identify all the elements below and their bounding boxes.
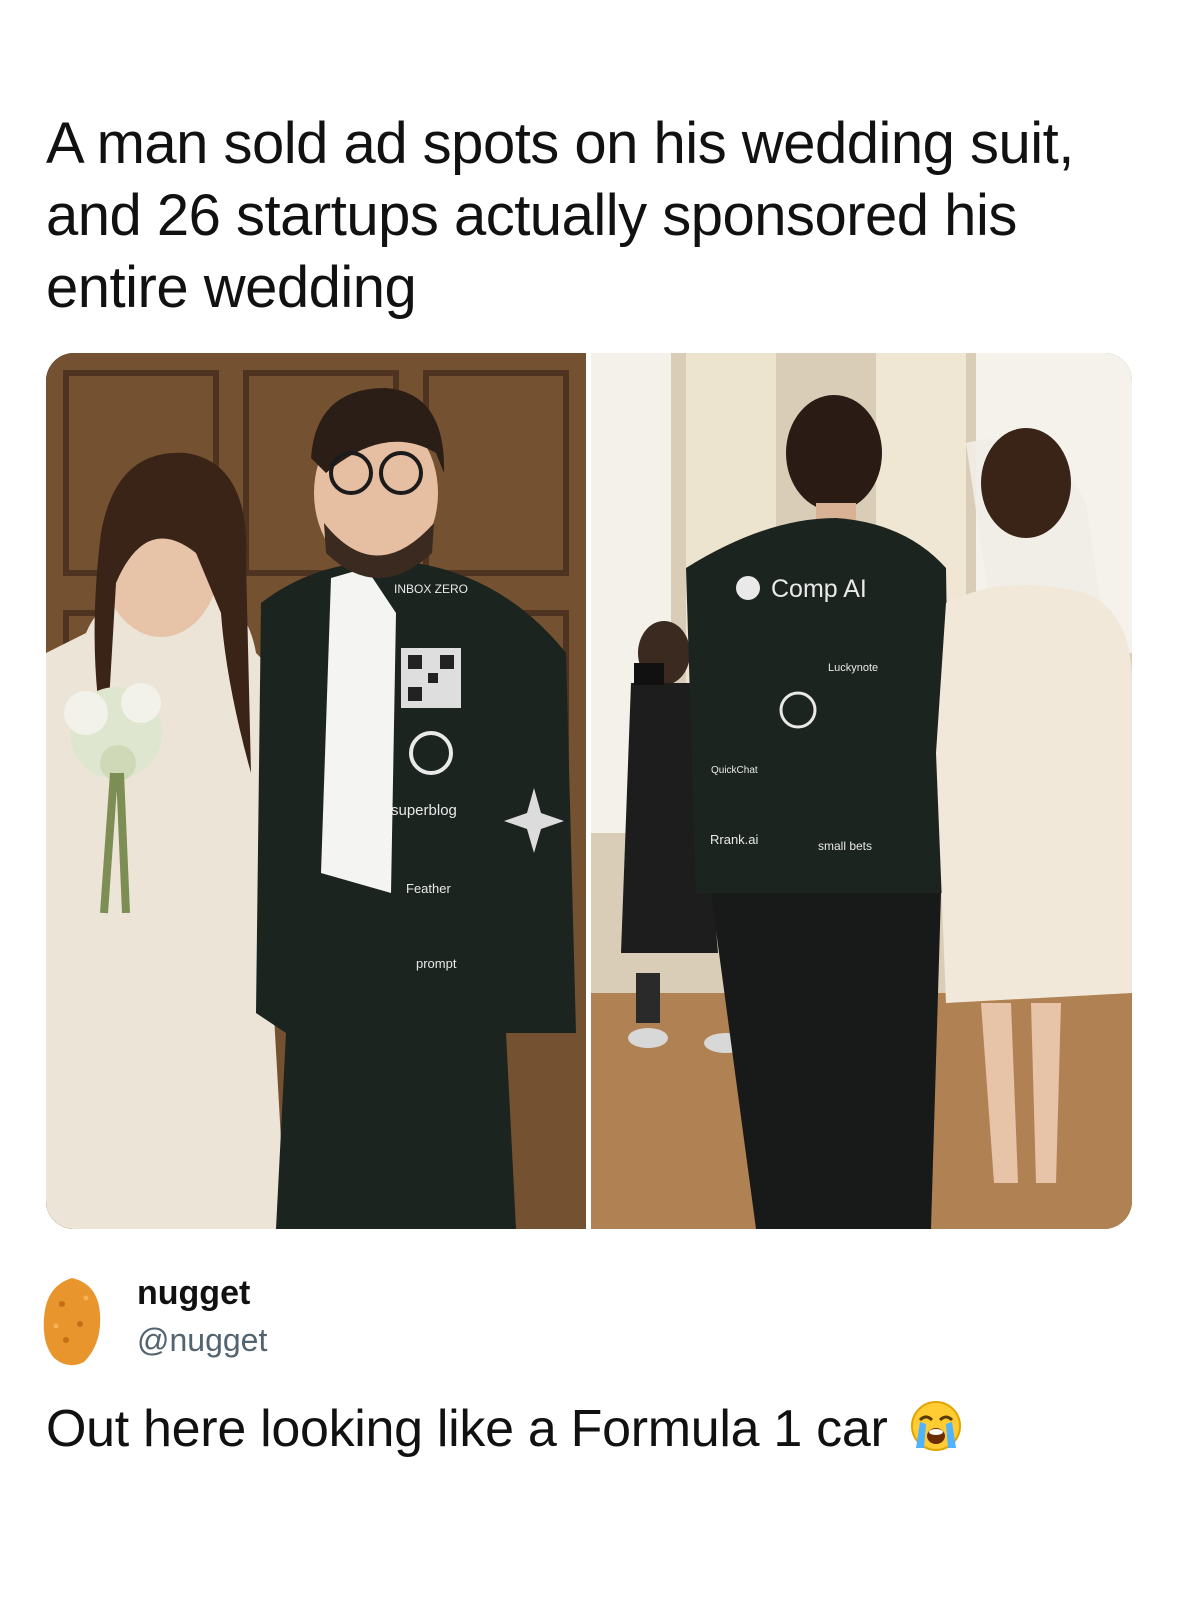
wedding-photo[interactable]: INBOX ZERO superblog Feather prompt Comp…	[46, 353, 1132, 1229]
right-photo: Comp AI Luckynote QuickChat Rrank.ai sma…	[591, 353, 1132, 1229]
reply-text-content: Out here looking like a Formula 1 car	[46, 1400, 888, 1458]
sponsor-inbox-zero: INBOX ZERO	[394, 582, 468, 596]
sponsor-comp-ai: Comp AI	[771, 575, 867, 603]
sponsor-rrank: Rrank.ai	[710, 832, 759, 847]
sponsor-quickchat: QuickChat	[711, 765, 758, 776]
nugget-avatar-icon[interactable]	[40, 1274, 104, 1368]
sponsor-prompt: prompt	[416, 956, 457, 971]
sponsor-luckynote: Luckynote	[828, 662, 878, 674]
sponsor-small-bets: small bets	[818, 839, 872, 853]
headline: A man sold ad spots on his wedding suit,…	[46, 111, 1074, 320]
photo-divider	[586, 353, 591, 1229]
author-block[interactable]: nugget @nugget	[40, 1266, 740, 1376]
loudly-crying-face-icon	[910, 1401, 961, 1451]
author-display-name[interactable]: nugget	[137, 1274, 250, 1313]
reply-text: Out here looking like a Formula 1 car	[46, 1398, 1166, 1460]
sponsor-feather: Feather	[406, 881, 451, 896]
sponsor-superblog: superblog	[391, 802, 457, 819]
left-photo: INBOX ZERO superblog Feather prompt	[46, 353, 586, 1229]
author-handle[interactable]: @nugget	[137, 1322, 267, 1359]
